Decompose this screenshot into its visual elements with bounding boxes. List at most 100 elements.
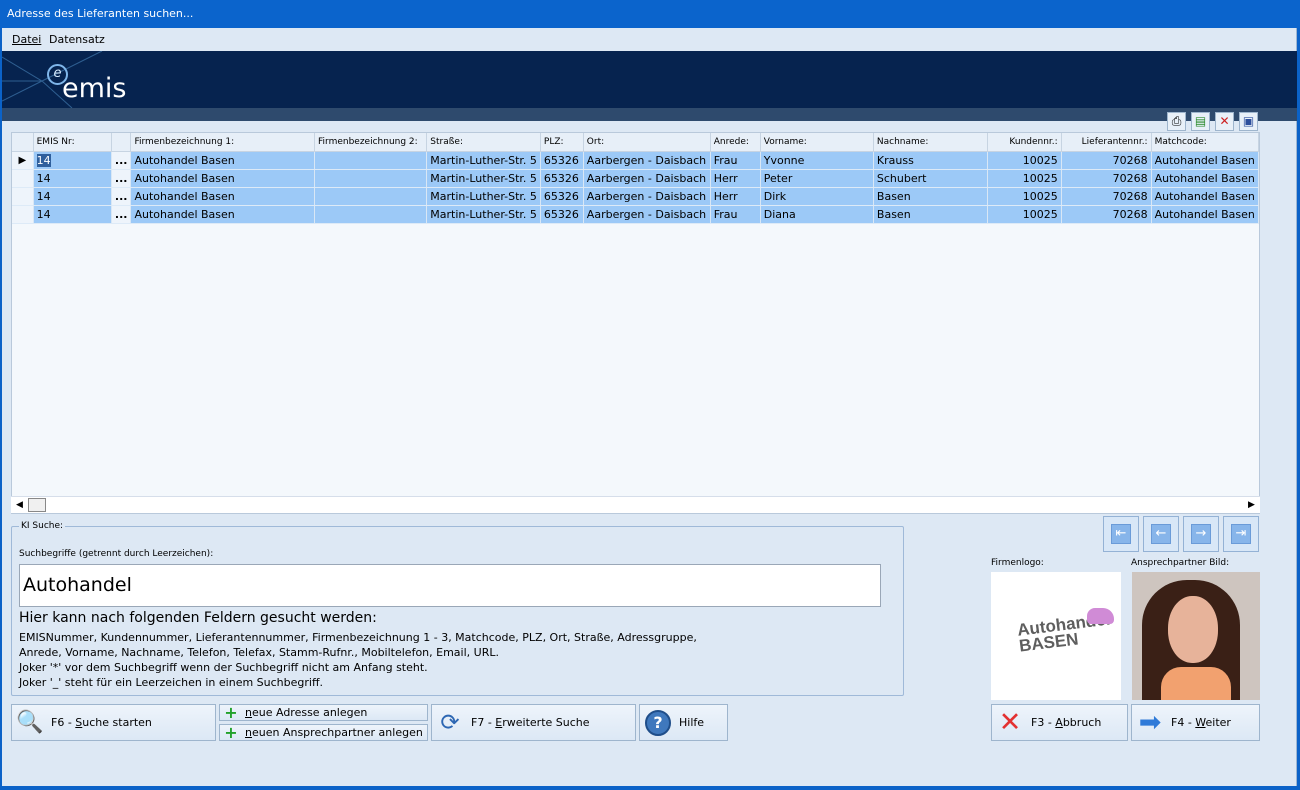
cell-emis[interactable]: 14: [33, 151, 112, 170]
cell-anrede[interactable]: Herr: [710, 187, 761, 206]
new-contact-button[interactable]: + neuen Ansprechpartner anlegen: [219, 724, 428, 741]
col-lieferantennr[interactable]: Lieferantennr.:: [1061, 133, 1152, 152]
excel-export-icon[interactable]: ▤: [1191, 112, 1210, 131]
table-row[interactable]: ▶ 14 ... Autohandel Basen Martin-Luther-…: [12, 151, 1259, 170]
table-row[interactable]: 14 ... Autohandel Basen Martin-Luther-St…: [12, 205, 1259, 224]
cell-ort[interactable]: Aarbergen - Daisbach: [583, 187, 711, 206]
cell-ort[interactable]: Aarbergen - Daisbach: [583, 205, 711, 224]
cell-nachname[interactable]: Krauss: [873, 151, 989, 170]
cell-vorname[interactable]: Yvonne: [760, 151, 874, 170]
cell-matchcode[interactable]: Autohandel Basen: [1151, 169, 1259, 188]
cell-kundennr[interactable]: 10025: [987, 169, 1062, 188]
plus-icon: +: [224, 702, 238, 722]
nav-previous-button[interactable]: ←: [1143, 516, 1179, 552]
next-record-icon: →: [1191, 524, 1211, 544]
cell-firma2[interactable]: [314, 187, 428, 206]
horizontal-scrollbar[interactable]: ◀ ▶: [11, 496, 1260, 513]
menu-datei[interactable]: Datei: [12, 33, 41, 46]
nav-first-button[interactable]: ⇤: [1103, 516, 1139, 552]
cell-firma1[interactable]: Autohandel Basen: [130, 151, 315, 170]
search-start-button[interactable]: 🔍 F6 - Suche starten: [11, 704, 216, 741]
cell-vorname[interactable]: Dirk: [760, 187, 874, 206]
emis-banner: e emis: [2, 51, 1297, 121]
cell-emis[interactable]: 14: [33, 205, 112, 224]
print-icon[interactable]: ⎙: [1167, 112, 1186, 131]
cell-anrede[interactable]: Frau: [710, 205, 761, 224]
cell-emis[interactable]: 14: [33, 187, 112, 206]
cell-kundennr[interactable]: 10025: [987, 205, 1062, 224]
extended-search-button[interactable]: ⟳ F7 - Erweiterte Suche: [431, 704, 636, 741]
cell-strasse[interactable]: Martin-Luther-Str. 5: [426, 205, 541, 224]
col-firma1[interactable]: Firmenbezeichnung 1:: [130, 133, 315, 152]
cancel-button[interactable]: ✕ F3 - Abbruch: [991, 704, 1128, 741]
cell-lieferantennr[interactable]: 70268: [1061, 205, 1152, 224]
cell-plz[interactable]: 65326: [540, 151, 584, 170]
col-anrede[interactable]: Anrede:: [710, 133, 761, 152]
table-row[interactable]: 14 ... Autohandel Basen Martin-Luther-St…: [12, 169, 1259, 188]
cell-vorname[interactable]: Diana: [760, 205, 874, 224]
row-header: [12, 187, 34, 206]
info-line: Joker '_' steht für ein Leerzeichen in e…: [19, 676, 324, 689]
col-plz[interactable]: PLZ:: [540, 133, 584, 152]
col-firma2[interactable]: Firmenbezeichnung 2:: [314, 133, 428, 152]
cell-plz[interactable]: 65326: [540, 187, 584, 206]
cell-matchcode[interactable]: Autohandel Basen: [1151, 187, 1259, 206]
new-address-button[interactable]: + neue Adresse anlegen: [219, 704, 428, 721]
help-button[interactable]: ? Hilfe: [639, 704, 728, 741]
cell-nachname[interactable]: Basen: [873, 205, 989, 224]
cell-ort[interactable]: Aarbergen - Daisbach: [583, 151, 711, 170]
col-matchcode[interactable]: Matchcode:: [1151, 133, 1259, 152]
row-action-button[interactable]: ...: [111, 169, 132, 188]
info-line: EMISNummer, Kundennummer, Lieferantennum…: [19, 631, 697, 644]
col-kundennr[interactable]: Kundennr.:: [987, 133, 1062, 152]
cell-plz[interactable]: 65326: [540, 169, 584, 188]
row-action-button[interactable]: ...: [111, 205, 132, 224]
cell-lieferantennr[interactable]: 70268: [1061, 169, 1152, 188]
cell-lieferantennr[interactable]: 70268: [1061, 151, 1152, 170]
search-input[interactable]: Autohandel: [19, 564, 881, 607]
cell-firma1[interactable]: Autohandel Basen: [130, 187, 315, 206]
supplier-grid[interactable]: EMIS Nr: Firmenbezeichnung 1: Firmenbeze…: [11, 132, 1260, 514]
menu-datensatz[interactable]: Datensatz: [49, 33, 105, 46]
delete-icon[interactable]: ✕: [1215, 112, 1234, 131]
first-record-icon: ⇤: [1111, 524, 1131, 544]
cell-anrede[interactable]: Frau: [710, 151, 761, 170]
save-icon[interactable]: ▣: [1239, 112, 1258, 131]
cell-matchcode[interactable]: Autohandel Basen: [1151, 151, 1259, 170]
row-action-button[interactable]: ...: [111, 187, 132, 206]
cell-kundennr[interactable]: 10025: [987, 151, 1062, 170]
cell-emis[interactable]: 14: [33, 169, 112, 188]
cell-firma2[interactable]: [314, 205, 428, 224]
scroll-left-icon[interactable]: ◀: [13, 499, 26, 512]
cell-strasse[interactable]: Martin-Luther-Str. 5: [426, 151, 541, 170]
cell-nachname[interactable]: Basen: [873, 187, 989, 206]
next-button[interactable]: ➡ F4 - Weiter: [1131, 704, 1260, 741]
col-vorname[interactable]: Vorname:: [760, 133, 874, 152]
cell-strasse[interactable]: Martin-Luther-Str. 5: [426, 187, 541, 206]
window-title: Adresse des Lieferanten suchen...: [0, 0, 1300, 28]
help-icon: ?: [644, 709, 672, 737]
row-action-button[interactable]: ...: [111, 151, 132, 170]
cell-strasse[interactable]: Martin-Luther-Str. 5: [426, 169, 541, 188]
col-emis[interactable]: EMIS Nr:: [33, 133, 112, 152]
col-nachname[interactable]: Nachname:: [873, 133, 989, 152]
cell-firma2[interactable]: [314, 151, 428, 170]
nav-last-button[interactable]: ⇥: [1223, 516, 1259, 552]
cell-matchcode[interactable]: Autohandel Basen: [1151, 205, 1259, 224]
cell-plz[interactable]: 65326: [540, 205, 584, 224]
scroll-right-icon[interactable]: ▶: [1245, 499, 1258, 512]
cell-firma1[interactable]: Autohandel Basen: [130, 205, 315, 224]
col-strasse[interactable]: Straße:: [426, 133, 541, 152]
cell-lieferantennr[interactable]: 70268: [1061, 187, 1152, 206]
cell-anrede[interactable]: Herr: [710, 169, 761, 188]
cell-ort[interactable]: Aarbergen - Daisbach: [583, 169, 711, 188]
cell-firma1[interactable]: Autohandel Basen: [130, 169, 315, 188]
cell-kundennr[interactable]: 10025: [987, 187, 1062, 206]
scrollbar-thumb[interactable]: [28, 498, 46, 512]
cell-vorname[interactable]: Peter: [760, 169, 874, 188]
col-ort[interactable]: Ort:: [583, 133, 711, 152]
cell-nachname[interactable]: Schubert: [873, 169, 989, 188]
table-row[interactable]: 14 ... Autohandel Basen Martin-Luther-St…: [12, 187, 1259, 206]
cell-firma2[interactable]: [314, 169, 428, 188]
nav-next-button[interactable]: →: [1183, 516, 1219, 552]
